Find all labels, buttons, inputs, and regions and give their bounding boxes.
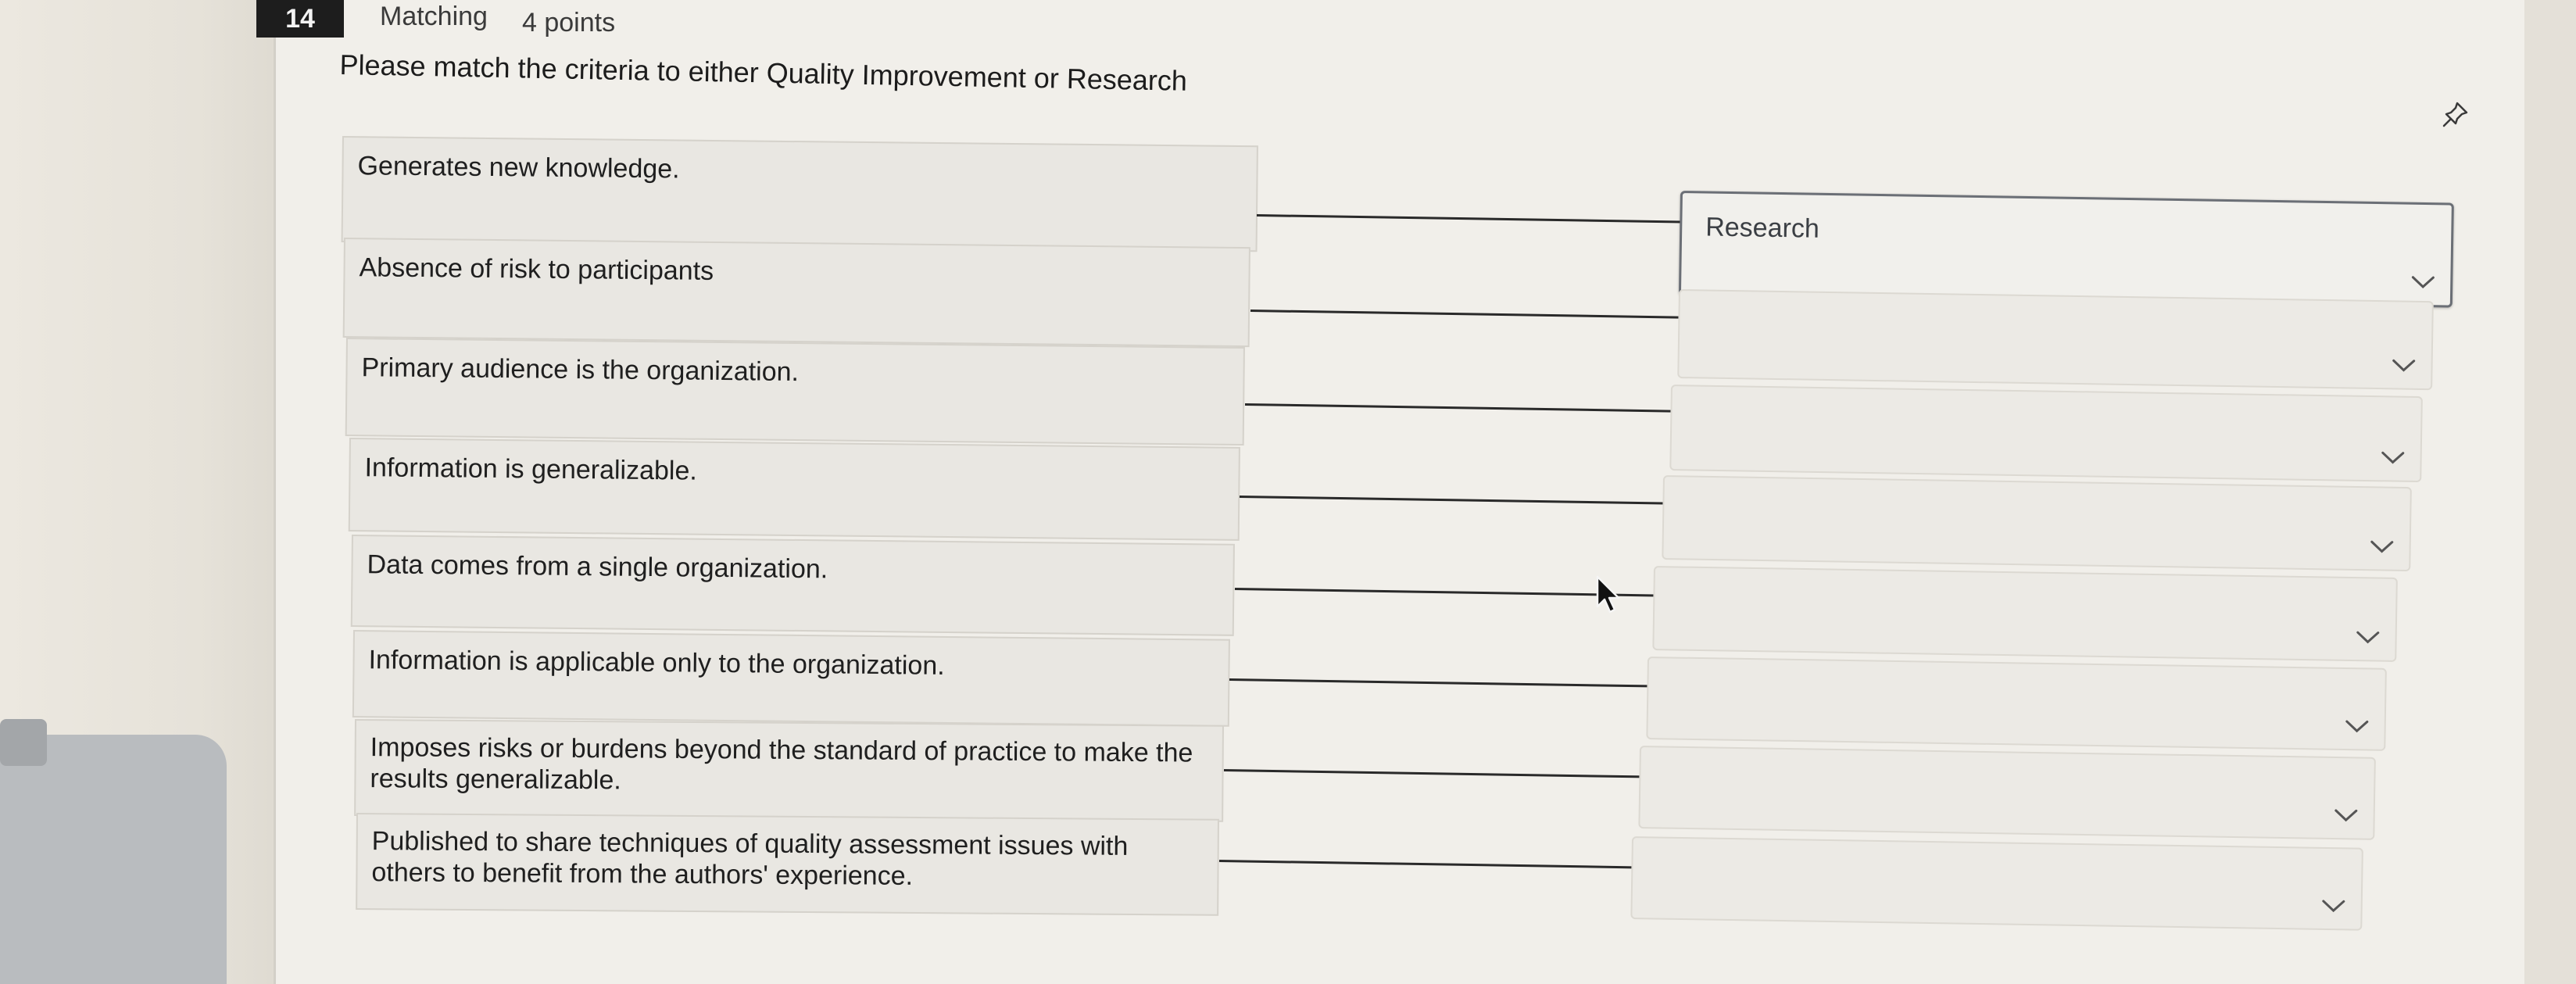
mouse-pointer-icon — [1596, 575, 1620, 614]
criterion-label: Information is generalizable. — [364, 453, 698, 486]
question-points: 4 points — [522, 8, 616, 38]
criterion-label: Imposes risks or burdens beyond the stan… — [370, 732, 1193, 796]
question-type: Matching — [380, 2, 488, 31]
criterion-label: Published to share techniques of quality… — [371, 826, 1129, 891]
criterion-item[interactable]: Information is applicable only to the or… — [352, 630, 1230, 727]
criterion-item[interactable]: Data comes from a single organization. — [350, 535, 1235, 636]
criterion-item[interactable]: Generates new knowledge. — [341, 136, 1258, 252]
criterion-label: Generates new knowledge. — [357, 151, 680, 184]
match-select[interactable]: Research — [1678, 191, 2454, 308]
background-shadow-small — [0, 719, 47, 766]
chevron-down-icon — [2345, 720, 2369, 733]
chevron-down-icon — [2334, 809, 2358, 822]
criterion-label: Data comes from a single organization. — [367, 549, 828, 585]
criterion-item[interactable]: Primary audience is the organization. — [345, 338, 1245, 446]
match-select-value: Research — [1705, 212, 1820, 244]
match-select[interactable] — [1652, 566, 2398, 662]
chevron-down-icon — [2392, 359, 2416, 372]
match-select[interactable] — [1630, 836, 2363, 931]
criterion-label: Absence of risk to participants — [359, 252, 714, 286]
match-select[interactable] — [1677, 289, 2434, 391]
chevron-down-icon — [2411, 276, 2435, 288]
criterion-item[interactable]: Imposes risks or burdens beyond the stan… — [354, 719, 1224, 822]
match-select[interactable] — [1646, 657, 2387, 751]
match-select[interactable] — [1662, 475, 2412, 572]
chevron-down-icon — [2370, 540, 2394, 553]
criterion-item[interactable]: Published to share techniques of quality… — [356, 813, 1219, 916]
pin-icon[interactable] — [2440, 98, 2471, 130]
background-shadow — [0, 735, 227, 984]
chevron-down-icon — [2381, 451, 2405, 464]
chevron-down-icon — [2356, 631, 2380, 644]
match-select[interactable] — [1669, 385, 2423, 483]
criterion-label: Primary audience is the organization. — [361, 352, 800, 388]
question-number: 14 — [256, 0, 344, 38]
right-margin — [2524, 0, 2576, 984]
chevron-down-icon — [2322, 900, 2345, 913]
criterion-label: Information is applicable only to the or… — [368, 645, 945, 681]
criterion-item[interactable]: Information is generalizable. — [348, 438, 1240, 541]
match-select[interactable] — [1638, 746, 2376, 840]
criterion-item[interactable]: Absence of risk to participants — [342, 238, 1250, 348]
